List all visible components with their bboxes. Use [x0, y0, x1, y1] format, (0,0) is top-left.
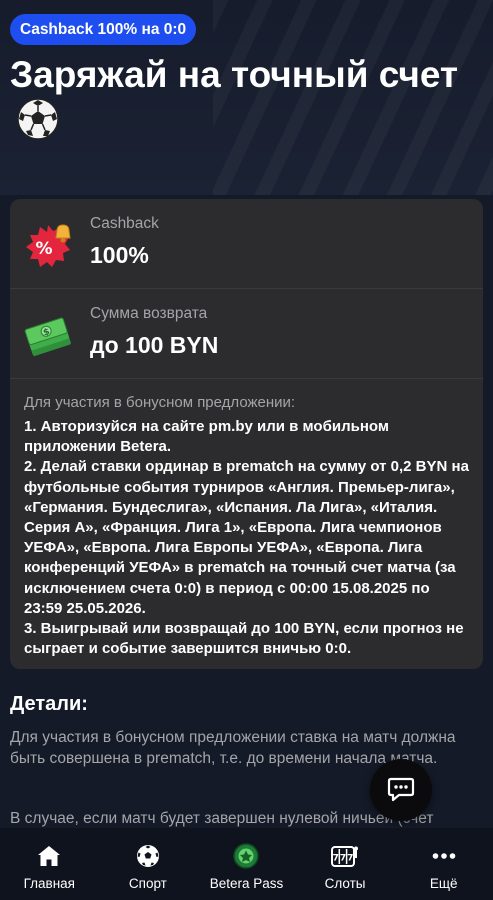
refund-amount-value: до 100 BYN [90, 332, 219, 358]
soccer-ball-icon [16, 97, 60, 151]
betera-pass-icon [233, 843, 260, 869]
cashback-label: Cashback [90, 215, 159, 232]
svg-text:7: 7 [347, 854, 353, 864]
svg-text:%: % [35, 239, 52, 259]
home-icon [37, 844, 61, 868]
nav-label-home: Главная [23, 876, 75, 891]
offer-card: % Cashback 100% $ Сумма возврата до 100 … [10, 199, 483, 669]
nav-item-sport[interactable]: Спорт [99, 828, 198, 900]
money-stack-icon: $ [24, 313, 72, 361]
soccer-ball-icon [136, 844, 160, 868]
support-chat-button[interactable] [370, 759, 432, 821]
nav-label-slots: Слоты [324, 876, 366, 891]
terms-step-1: 1. Авторизуйся на сайте pm.by или в моби… [24, 418, 389, 456]
bottom-navigation: Главная Спорт Betera Pass 7 7 7 Слоты Ещ… [0, 828, 493, 900]
nav-item-slots[interactable]: 7 7 7 Слоты [296, 828, 395, 900]
nav-label-betera-pass: Betera Pass [209, 876, 284, 891]
refund-amount-row: $ Сумма возврата до 100 BYN [10, 289, 483, 379]
chat-bubble-icon [387, 777, 415, 802]
more-dots-icon [432, 844, 456, 868]
terms-section: Для участия в бонусном предложении: 1. А… [10, 379, 483, 659]
nav-item-betera-pass[interactable]: Betera Pass [197, 828, 296, 900]
nav-label-more: Ещё [429, 876, 458, 891]
svg-text:7: 7 [333, 854, 339, 864]
nav-item-more[interactable]: Ещё [394, 828, 493, 900]
details-title: Детали: [10, 693, 88, 715]
terms-step-2: 2. Делай ставки ординар в prematch на су… [24, 458, 469, 617]
terms-step-3: 3. Выигрывай или возвращай до 100 BYN, е… [24, 620, 464, 658]
slots-icon: 7 7 7 [331, 844, 359, 868]
cashback-value: 100% [90, 242, 149, 268]
percent-bell-icon: % [24, 223, 72, 271]
cashback-row: % Cashback 100% [10, 199, 483, 289]
svg-text:7: 7 [340, 854, 346, 864]
promo-banner: Cashback 100% на 0:0 Заряжай на точный с… [0, 0, 493, 195]
terms-intro: Для участия в бонусном предложении: [24, 394, 296, 411]
cashback-badge: Cashback 100% на 0:0 [10, 14, 197, 45]
nav-item-home[interactable]: Главная [0, 828, 99, 900]
promo-title: Заряжай на точный счет [10, 52, 480, 151]
promo-page: Cashback 100% на 0:0 Заряжай на точный с… [0, 0, 493, 900]
refund-amount-label: Сумма возврата [90, 305, 208, 322]
promo-title-text: Заряжай на точный счет [10, 54, 459, 95]
nav-label-sport: Спорт [128, 876, 167, 891]
